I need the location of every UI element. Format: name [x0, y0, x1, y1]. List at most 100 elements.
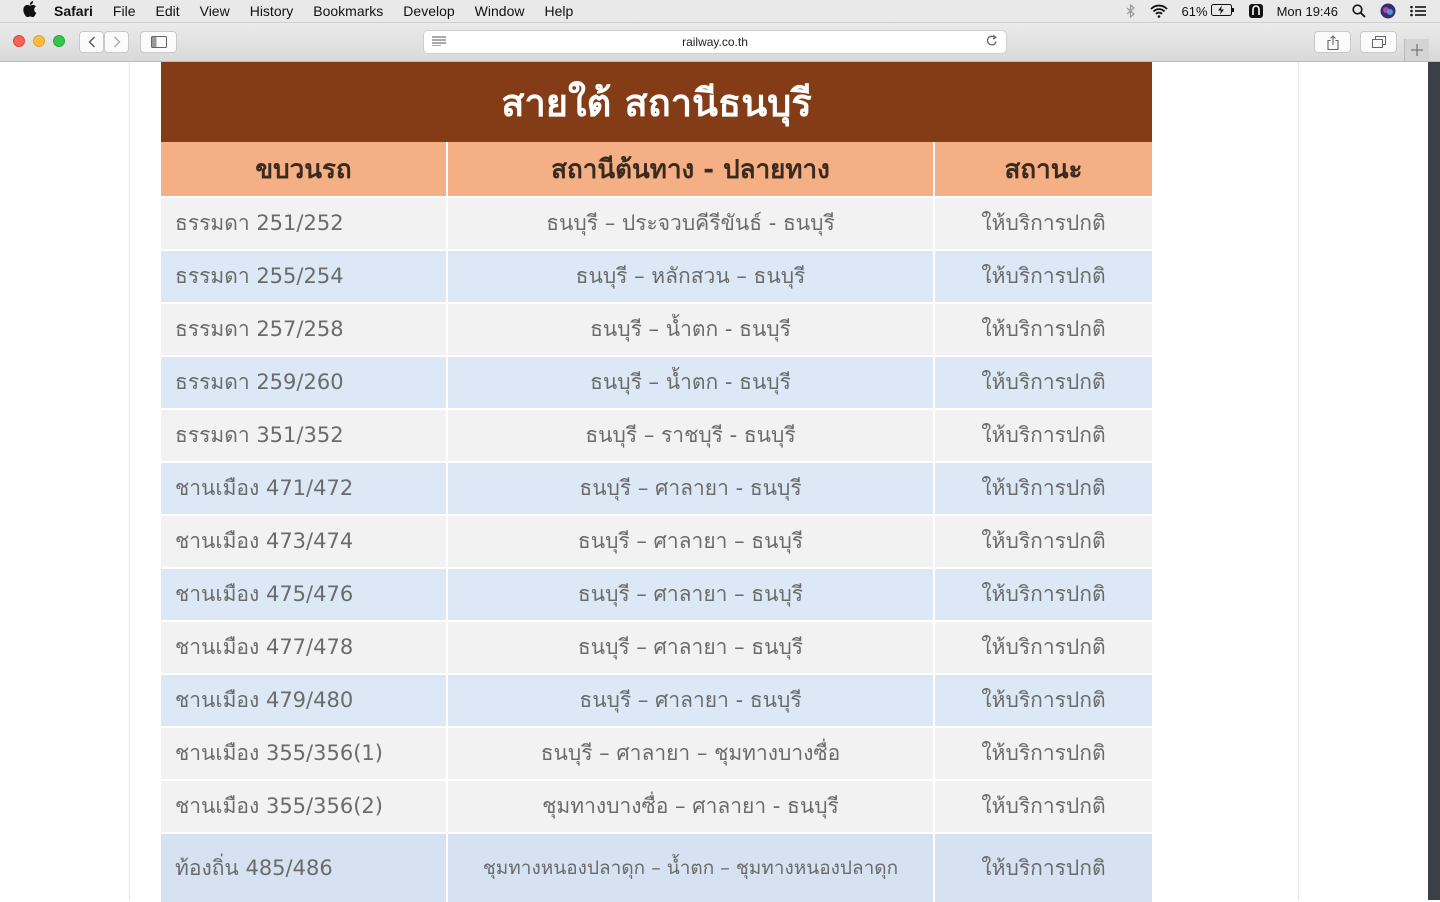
sidebar-toggle-button[interactable]	[140, 31, 177, 53]
status-menus: 61% Mon 19:46	[1126, 0, 1440, 22]
route-cell: ธนบุรี – ประจวบคีรีขันธ์ - ธนบุรี	[448, 198, 935, 249]
table-row: ธรรมดา 351/352 ธนบุรี – ราชบุรี - ธนบุรี…	[161, 410, 1152, 463]
notification-center-icon[interactable]	[1410, 5, 1426, 17]
share-icon	[1326, 34, 1339, 50]
table-row: ชานเมือง 471/472 ธนบุรี – ศาลายา - ธนบุร…	[161, 463, 1152, 516]
menu-file[interactable]: File	[113, 3, 136, 19]
train-cell: ท้องถิ่น 485/486	[161, 834, 448, 902]
table-row: ชานเมือง 477/478 ธนบุรี – ศาลายา – ธนบุร…	[161, 622, 1152, 675]
status-cell: ให้บริการปกติ	[981, 635, 1106, 659]
status-cell: ให้บริการปกติ	[981, 317, 1106, 341]
route-cell: ธนบุรี – ศาลายา – ชุมทางบางซื่อ	[448, 728, 935, 779]
menu-develop[interactable]: Develop	[403, 3, 454, 19]
status-cell: ให้บริการปกติ	[981, 855, 1106, 880]
tabs-overview-icon	[1371, 36, 1386, 48]
bluetooth-icon[interactable]	[1126, 4, 1136, 18]
battery-percent: 61%	[1181, 3, 1208, 19]
close-window-button[interactable]	[13, 35, 25, 47]
menu-window[interactable]: Window	[475, 3, 525, 19]
content-border-left	[129, 62, 130, 900]
route-cell: ธนบุรี – ศาลายา – ธนบุรี	[448, 622, 935, 673]
table-row: ธรรมดา 251/252 ธนบุรี – ประจวบคีรีขันธ์ …	[161, 198, 1152, 251]
route-cell: ธนบุรี – ราชบุรี - ธนบุรี	[448, 410, 935, 461]
header-route: สถานีต้นทาง - ปลายทาง	[448, 142, 935, 196]
route-cell: ธนบุรี – หลักสวน – ธนบุรี	[448, 251, 935, 302]
header-status: สถานะ	[1004, 154, 1083, 185]
chevron-right-icon	[113, 36, 120, 48]
status-cell: ให้บริการปกติ	[981, 476, 1106, 500]
status-cell: ให้บริการปกติ	[981, 264, 1106, 288]
train-cell: ธรรมดา 257/258	[161, 304, 448, 355]
table-row: ชานเมือง 479/480 ธนบุรี – ศาลายา - ธนบุร…	[161, 675, 1152, 728]
table-title: สายใต้ สถานีธนบุรี	[161, 62, 1152, 142]
status-cell: ให้บริการปกติ	[981, 582, 1106, 606]
menu-help[interactable]: Help	[544, 3, 573, 19]
train-cell: ธรรมดา 255/254	[161, 251, 448, 302]
table-header-row: ขบวนรถ สถานีต้นทาง - ปลายทาง สถานะ	[161, 142, 1152, 198]
train-status-table: สายใต้ สถานีธนบุรี ขบวนรถ สถานีต้นทาง - …	[161, 62, 1152, 902]
status-cell: ให้บริการปกติ	[981, 211, 1106, 235]
table-row: ชานเมือง 473/474 ธนบุรี – ศาลายา – ธนบุร…	[161, 516, 1152, 569]
clock[interactable]: Mon 19:46	[1277, 4, 1338, 19]
address-bar[interactable]: railway.co.th	[423, 30, 1007, 54]
route-cell: ชุมทางบางซื่อ – ศาลายา - ธนบุรี	[448, 781, 935, 832]
train-cell: ชานเมือง 355/356(2)	[161, 781, 448, 832]
battery-status[interactable]: 61%	[1181, 3, 1235, 19]
share-button[interactable]	[1314, 31, 1351, 53]
zoom-window-button[interactable]	[53, 35, 65, 47]
status-cell: ให้บริการปกติ	[981, 370, 1106, 394]
reload-icon[interactable]	[986, 34, 998, 50]
reader-view-icon[interactable]	[432, 35, 446, 49]
browser-toolbar: railway.co.th	[0, 23, 1440, 62]
desktop-edge	[1428, 62, 1440, 900]
train-cell: ชานเมือง 475/476	[161, 569, 448, 620]
app-menu-extra-icon[interactable]	[1248, 4, 1263, 18]
route-cell: ธนบุรี – ศาลายา – ธนบุรี	[448, 516, 935, 567]
menu-edit[interactable]: Edit	[155, 3, 179, 19]
url-text[interactable]: railway.co.th	[682, 35, 748, 49]
menu-bookmarks[interactable]: Bookmarks	[313, 3, 383, 19]
route-cell: ธนบุรี – ศาลายา - ธนบุรี	[448, 675, 935, 726]
route-cell: ชุมทางหนองปลาดุก – น้ำตก – ชุมทางหนองปลา…	[448, 834, 935, 902]
table-row: ชานเมือง 475/476 ธนบุรี – ศาลายา – ธนบุร…	[161, 569, 1152, 622]
route-cell: ธนบุรี – ศาลายา - ธนบุรี	[448, 463, 935, 514]
show-tabs-button[interactable]	[1360, 31, 1397, 53]
train-cell: ชานเมือง 479/480	[161, 675, 448, 726]
wifi-icon[interactable]	[1149, 4, 1168, 18]
siri-icon[interactable]	[1380, 3, 1396, 19]
spotlight-search-icon[interactable]	[1352, 4, 1366, 18]
menu-view[interactable]: View	[200, 3, 230, 19]
header-train: ขบวนรถ	[161, 142, 448, 196]
web-page: สายใต้ สถานีธนบุรี ขบวนรถ สถานีต้นทาง - …	[0, 62, 1428, 902]
train-cell: ชานเมือง 471/472	[161, 463, 448, 514]
battery-charging-icon	[1210, 3, 1235, 19]
apple-menu-icon[interactable]	[20, 1, 40, 21]
route-cell: ธนบุรี – ศาลายา – ธนบุรี	[448, 569, 935, 620]
menu-history[interactable]: History	[250, 3, 294, 19]
status-cell: ให้บริการปกติ	[981, 688, 1106, 712]
table-row: ธรรมดา 259/260 ธนบุรี – น้ำตก - ธนบุรี ใ…	[161, 357, 1152, 410]
route-cell: ธนบุรี – น้ำตก - ธนบุรี	[448, 357, 935, 408]
table-row: ธรรมดา 257/258 ธนบุรี – น้ำตก - ธนบุรี ใ…	[161, 304, 1152, 357]
train-cell: ธรรมดา 351/352	[161, 410, 448, 461]
table-row: ชานเมือง 355/356(2) ชุมทางบางซื่อ – ศาลา…	[161, 781, 1152, 834]
status-cell: ให้บริการปกติ	[981, 529, 1106, 553]
sidebar-icon	[150, 36, 167, 48]
table-row: ธรรมดา 255/254 ธนบุรี – หลักสวน – ธนบุรี…	[161, 251, 1152, 304]
status-cell: ให้บริการปกติ	[981, 741, 1106, 765]
train-cell: ธรรมดา 259/260	[161, 357, 448, 408]
plus-icon	[1411, 41, 1423, 60]
forward-button[interactable]	[104, 31, 129, 53]
table-row: ชานเมือง 355/356(1) ธนบุรี – ศาลายา – ชุ…	[161, 728, 1152, 781]
new-tab-button[interactable]	[1404, 39, 1429, 61]
content-border-right	[1298, 62, 1299, 900]
menu-safari[interactable]: Safari	[54, 3, 93, 19]
status-cell: ให้บริการปกติ	[981, 423, 1106, 447]
train-cell: ชานเมือง 473/474	[161, 516, 448, 567]
train-cell: ธรรมดา 251/252	[161, 198, 448, 249]
back-button[interactable]	[79, 31, 104, 53]
status-cell: ให้บริการปกติ	[981, 794, 1106, 818]
train-cell: ชานเมือง 477/478	[161, 622, 448, 673]
minimize-window-button[interactable]	[33, 35, 45, 47]
chevron-left-icon	[88, 36, 95, 48]
